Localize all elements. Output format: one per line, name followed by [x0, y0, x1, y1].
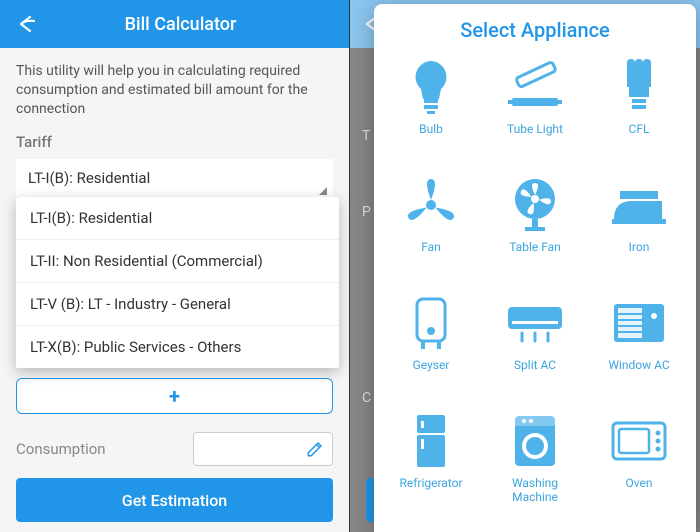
appliance-tube-light[interactable]: Tube Light — [484, 58, 586, 170]
tariff-select[interactable]: LT-I(B): Residential — [16, 159, 333, 198]
appliance-label: CFL — [625, 122, 654, 136]
bill-calculator-screen: Bill Calculator This utility will help y… — [0, 0, 350, 532]
page-title: Bill Calculator — [24, 14, 337, 35]
plus-icon: + — [169, 384, 180, 408]
appliance-label: Table Fan — [505, 240, 565, 254]
appliance-cfl[interactable]: CFL — [588, 58, 690, 170]
refrigerator-icon — [402, 412, 460, 470]
appliance-fan[interactable]: Fan — [380, 176, 482, 288]
appliance-label: Tube Light — [503, 122, 567, 136]
intro-text: This utility will help you in calculatin… — [16, 62, 333, 119]
appliance-geyser[interactable]: Geyser — [380, 294, 482, 406]
select-appliance-screen: T P C Select Appliance Bulb Tube Light — [350, 0, 700, 532]
fan-icon — [402, 176, 460, 234]
appliance-label: Split AC — [510, 358, 560, 372]
window-ac-icon — [610, 294, 668, 352]
table-fan-icon — [506, 176, 564, 234]
appliance-washing-machine[interactable]: Washing Machine — [484, 412, 586, 524]
appliance-label: Fan — [417, 240, 445, 254]
appliance-label: Oven — [622, 476, 657, 490]
tariff-option[interactable]: LT-X(B): Public Services - Others — [16, 326, 339, 368]
appliance-iron[interactable]: Iron — [588, 176, 690, 288]
tariff-select-wrap: LT-I(B): Residential LT-I(B): Residentia… — [16, 159, 333, 198]
geyser-icon — [402, 294, 460, 352]
edit-icon — [306, 440, 324, 458]
appliance-bulb[interactable]: Bulb — [380, 58, 482, 170]
appliance-label: Iron — [625, 240, 654, 254]
main-content: This utility will help you in calculatin… — [0, 48, 349, 480]
appliance-table-fan[interactable]: Table Fan — [484, 176, 586, 288]
tariff-option[interactable]: LT-V (B): LT - Industry - General — [16, 283, 339, 326]
consumption-label: Consumption — [16, 440, 106, 458]
appliance-refrigerator[interactable]: Refrigerator — [380, 412, 482, 524]
consumption-row: Consumption — [16, 432, 333, 466]
tariff-label: Tariff — [16, 133, 333, 151]
appliance-label: Bulb — [415, 122, 447, 136]
tariff-dropdown: LT-I(B): Residential LT-II: Non Resident… — [16, 197, 339, 368]
appliance-oven[interactable]: Oven — [588, 412, 690, 524]
iron-icon — [610, 176, 668, 234]
oven-icon — [610, 412, 668, 470]
add-button[interactable]: + — [16, 378, 333, 414]
appliance-label: Geyser — [409, 358, 454, 372]
consumption-input[interactable] — [193, 432, 333, 466]
appliance-label: Refrigerator — [395, 476, 466, 490]
split-ac-icon — [506, 294, 564, 352]
bulb-icon — [402, 58, 460, 116]
get-estimation-button[interactable]: Get Estimation — [16, 478, 333, 522]
modal-title: Select Appliance — [380, 18, 690, 42]
appliance-label: Washing Machine — [484, 476, 586, 505]
appliance-split-ac[interactable]: Split AC — [484, 294, 586, 406]
tube-light-icon — [506, 58, 564, 116]
cfl-icon — [610, 58, 668, 116]
appliance-window-ac[interactable]: Window AC — [588, 294, 690, 406]
appliance-label: Window AC — [604, 358, 673, 372]
appliance-modal: Select Appliance Bulb Tube Light CFL — [374, 4, 696, 532]
tariff-option[interactable]: LT-I(B): Residential — [16, 197, 339, 240]
washing-machine-icon — [506, 412, 564, 470]
header-bar: Bill Calculator — [0, 0, 349, 48]
appliance-grid: Bulb Tube Light CFL Fan — [380, 58, 690, 524]
tariff-option[interactable]: LT-II: Non Residential (Commercial) — [16, 240, 339, 283]
